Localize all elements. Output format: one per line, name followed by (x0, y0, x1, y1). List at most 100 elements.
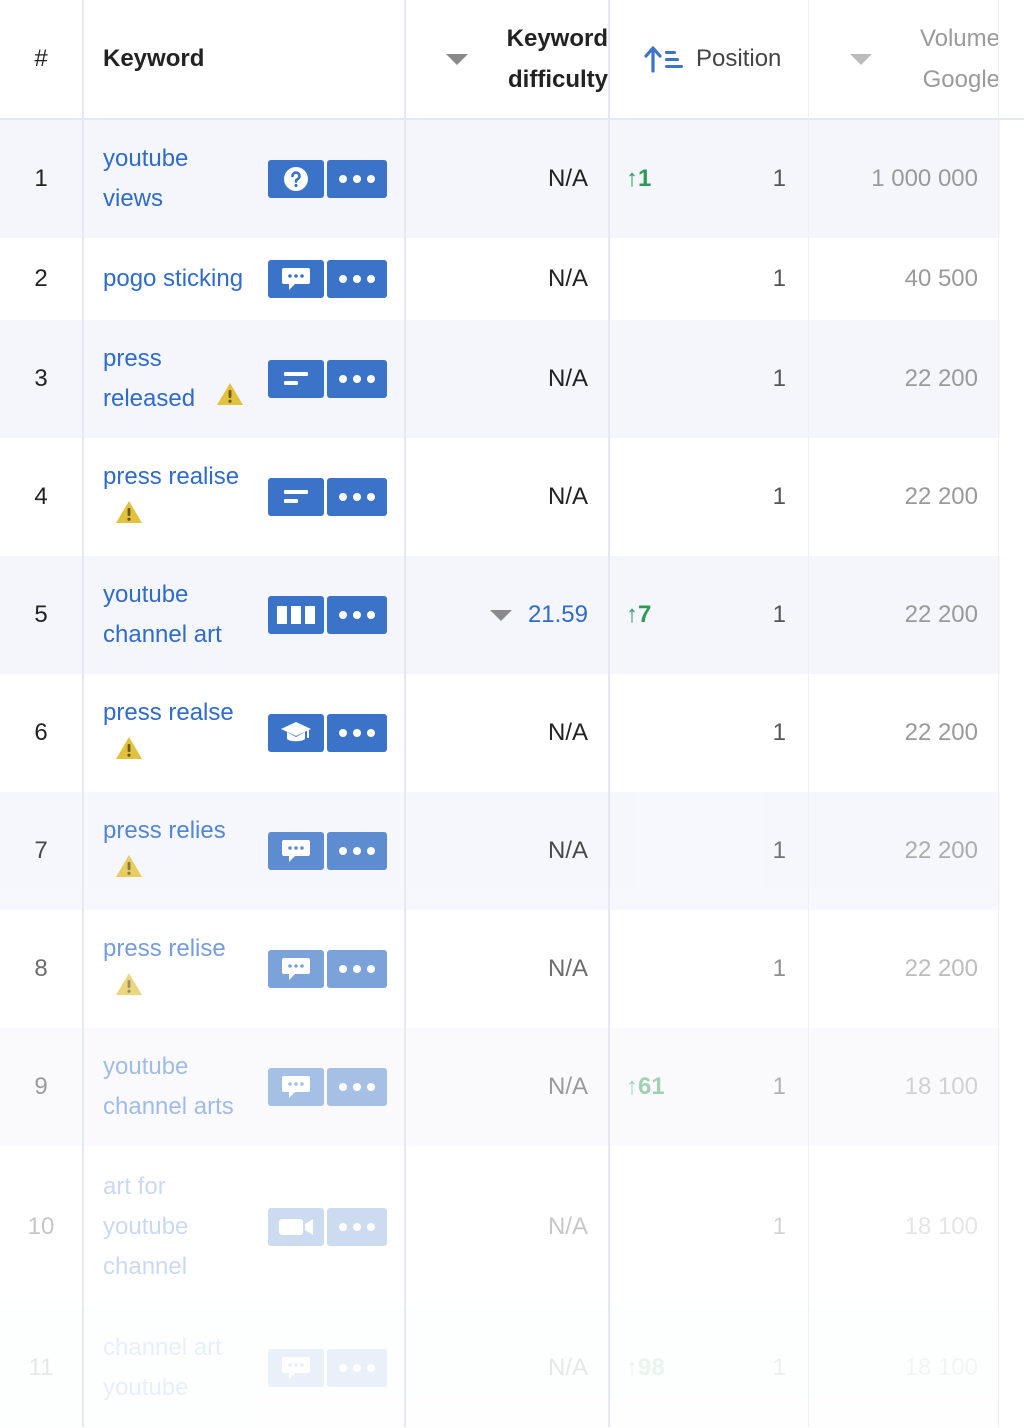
position-change: ↑98 (626, 1354, 665, 1381)
header-volume[interactable]: Volume Google (810, 0, 1000, 118)
intent-button[interactable] (268, 832, 324, 870)
keyword-text[interactable]: press realse (103, 699, 234, 726)
intent-button[interactable] (268, 360, 324, 398)
more-actions-button[interactable] (327, 950, 387, 988)
keyword-cell[interactable]: press released (103, 320, 263, 438)
keyword-text[interactable]: channel arts (103, 1093, 234, 1120)
keyword-text[interactable]: youtube (103, 145, 188, 172)
position-value: 1 (772, 837, 786, 864)
table-row[interactable]: 8 press relise N/A 1 22 200 (0, 910, 1000, 1028)
keyword-text[interactable]: channel art (103, 1334, 222, 1361)
chat-icon (281, 838, 311, 864)
table-row[interactable]: 11 channel art youtube N/A ↑98 1 18 100 (0, 1308, 1000, 1428)
more-dots-icon (338, 274, 376, 284)
intent-button[interactable] (268, 1208, 324, 1246)
intent-button[interactable] (268, 160, 324, 198)
column-divider (608, 0, 610, 1427)
keyword-cell[interactable]: youtube channel art (103, 556, 263, 674)
more-dots-icon (338, 1363, 376, 1373)
header-position[interactable]: Position (610, 0, 808, 118)
table-row[interactable]: 3 press released N/A 1 22 200 (0, 320, 1000, 438)
table-row[interactable]: 2 pogo sticking N/A 1 40 500 (0, 238, 1000, 320)
keyword-text[interactable]: art for (103, 1173, 166, 1200)
volume-sort-caret-icon[interactable] (850, 53, 872, 65)
keyword-cell[interactable]: youtube views (103, 120, 263, 238)
table-row[interactable]: 9 youtube channel arts N/A ↑61 1 18 100 (0, 1028, 1000, 1146)
graduation-cap-icon (280, 720, 312, 746)
more-actions-button[interactable] (327, 596, 387, 634)
keyword-difficulty-cell: N/A (406, 674, 588, 792)
kd-dropdown-caret-icon[interactable] (489, 609, 512, 621)
header-keyword[interactable]: Keyword (103, 0, 403, 118)
table-row[interactable]: 6 press realse N/A 1 22 200 (0, 674, 1000, 792)
sort-caret-icon[interactable] (446, 53, 468, 65)
intent-button[interactable] (268, 478, 324, 516)
more-actions-button[interactable] (327, 1349, 387, 1387)
intent-button[interactable] (268, 950, 324, 988)
header-volume-line2: Google (922, 66, 1000, 93)
keyword-text[interactable]: youtube (103, 1374, 188, 1401)
intent-button[interactable] (268, 1068, 324, 1106)
keyword-actions (268, 832, 387, 870)
keyword-text[interactable]: press realise (103, 463, 239, 490)
keyword-cell[interactable]: press realise (103, 438, 263, 556)
keyword-difficulty-value: N/A (547, 483, 588, 510)
keyword-cell[interactable]: art for youtube channel (103, 1146, 263, 1308)
more-actions-button[interactable] (327, 714, 387, 752)
more-actions-button[interactable] (327, 160, 387, 198)
intent-button[interactable] (268, 596, 324, 634)
keyword-actions (268, 360, 387, 398)
warning-icon[interactable] (115, 851, 143, 891)
position-change: ↑1 (626, 165, 652, 192)
warning-icon[interactable] (115, 969, 143, 1009)
keyword-text[interactable]: released (103, 385, 195, 412)
more-actions-button[interactable] (327, 1208, 387, 1246)
keyword-cell[interactable]: channel art youtube (103, 1308, 263, 1428)
table-row[interactable]: 5 youtube channel art 21.59 ↑7 1 22 200 (0, 556, 1000, 674)
keyword-text[interactable]: press (103, 345, 162, 372)
warning-icon[interactable] (115, 497, 143, 537)
volume-value: 40 500 (904, 265, 978, 292)
keyword-text[interactable]: youtube (103, 1053, 188, 1080)
table-row[interactable]: 1 youtube views N/A ↑1 1 1 000 000 (0, 120, 1000, 238)
keyword-cell[interactable]: press relies (103, 792, 263, 910)
keyword-text[interactable]: youtube (103, 1213, 188, 1240)
keyword-actions (268, 160, 387, 198)
intent-button[interactable] (268, 714, 324, 752)
column-divider (808, 0, 809, 1427)
row-number: 9 (34, 1073, 48, 1100)
more-actions-button[interactable] (327, 478, 387, 516)
keyword-difficulty-value: 21.59 (527, 601, 588, 628)
volume-value: 22 200 (904, 365, 978, 392)
keyword-text[interactable]: views (103, 185, 163, 212)
keyword-difficulty-cell: N/A (406, 1308, 588, 1428)
more-actions-button[interactable] (327, 832, 387, 870)
keyword-cell[interactable]: pogo sticking (103, 238, 263, 320)
keyword-text[interactable]: channel art (103, 621, 222, 648)
more-actions-button[interactable] (327, 260, 387, 298)
keyword-text[interactable]: press relise (103, 935, 226, 962)
keyword-cell[interactable]: youtube channel arts (103, 1028, 263, 1146)
header-keyword-difficulty[interactable]: Keyword difficulty (406, 0, 608, 118)
position-change: ↑61 (626, 1073, 665, 1100)
table-row[interactable]: 7 press relies N/A 1 22 200 (0, 792, 1000, 910)
keyword-text[interactable]: youtube (103, 581, 188, 608)
keyword-cell[interactable]: press realse (103, 674, 263, 792)
warning-icon[interactable] (115, 733, 143, 773)
intent-button[interactable] (268, 1349, 324, 1387)
keyword-text[interactable]: press relies (103, 817, 226, 844)
more-actions-button[interactable] (327, 360, 387, 398)
keyword-actions (268, 950, 387, 988)
volume-value: 18 100 (904, 1354, 978, 1381)
warning-icon[interactable] (216, 379, 244, 419)
table-row[interactable]: 4 press realise N/A 1 22 200 (0, 438, 1000, 556)
table-row[interactable]: 10 art for youtube channel N/A 1 18 100 (0, 1146, 1000, 1308)
sort-ascending-icon[interactable] (644, 45, 684, 73)
keyword-text[interactable]: channel (103, 1253, 187, 1280)
more-actions-button[interactable] (327, 1068, 387, 1106)
keyword-difficulty-cell: N/A (406, 120, 588, 238)
keyword-difficulty-value: N/A (547, 165, 588, 192)
keyword-cell[interactable]: press relise (103, 910, 263, 1028)
keyword-text[interactable]: pogo sticking (103, 265, 243, 292)
intent-button[interactable] (268, 260, 324, 298)
